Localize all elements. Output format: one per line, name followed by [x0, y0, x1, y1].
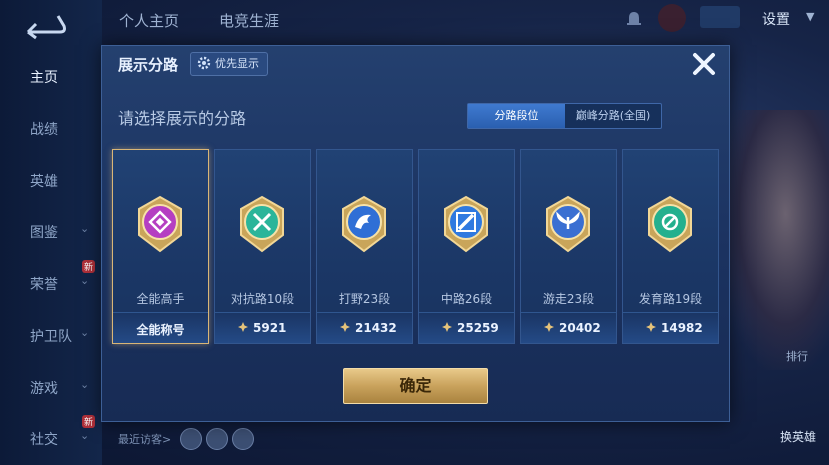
- lane-card-footer: 21432: [317, 312, 412, 343]
- dialog-title: 展示分路: [118, 56, 179, 74]
- nav-item[interactable]: 荣誉 ⌄ 新: [0, 260, 102, 304]
- settings-button[interactable]: 设置: [762, 9, 790, 29]
- lane-card-footer: 20402: [521, 312, 616, 343]
- lane-card-points: 20402: [559, 321, 601, 335]
- tab-personal-home[interactable]: 个人主页: [119, 10, 179, 31]
- lane-card-points: 14982: [661, 321, 703, 335]
- lane-card-name: 全能高手: [136, 292, 185, 306]
- lane-card-footer: 5921: [215, 312, 310, 343]
- lane-badge-dragon-icon: [342, 195, 386, 253]
- chevron-down-icon[interactable]: ▼: [806, 10, 814, 23]
- visitor-avatar[interactable]: [180, 428, 202, 450]
- lane-card[interactable]: 打野23段 21432: [316, 149, 413, 344]
- nav-item[interactable]: 主页: [0, 57, 102, 97]
- new-badge: 新: [82, 260, 96, 273]
- lane-card[interactable]: 全能高手 全能称号: [112, 149, 209, 344]
- lane-card-points: 21432: [355, 321, 397, 335]
- lane-card-points: 25259: [457, 321, 499, 335]
- gear-icon: [197, 56, 211, 70]
- rank-points-icon: [340, 322, 350, 332]
- nav-item-label: 护卫队: [30, 329, 72, 345]
- left-nav: 主页 战绩 英雄 图鉴 ⌄ 荣誉 ⌄ 新护卫队 ⌄ 游戏 ⌄ 社交 ⌄ 新: [0, 0, 102, 465]
- bell-icon[interactable]: [626, 10, 642, 28]
- recent-visitors-link[interactable]: 最近访客>: [118, 431, 171, 447]
- rank-points-icon: [544, 322, 554, 332]
- lane-card-points: 5921: [253, 321, 287, 335]
- lane-card-title: 全能称号: [136, 323, 185, 337]
- visitor-avatar[interactable]: [232, 428, 254, 450]
- nav-item-label: 荣誉: [30, 277, 58, 293]
- close-icon[interactable]: [689, 49, 719, 79]
- lane-badge-square-icon: [138, 195, 182, 253]
- nav-item-label: 图鉴: [30, 225, 58, 241]
- segment-peak-lane[interactable]: 巅峰分路(全国): [565, 104, 661, 128]
- nav-item[interactable]: 护卫队 ⌄: [0, 316, 102, 356]
- lane-display-dialog: 展示分路 优先显示 请选择展示的分路 分路段位 巅峰分路(全国) 全能高手全能称…: [101, 45, 730, 422]
- lane-badge-wings-icon: [546, 195, 590, 253]
- priority-display-label: 优先显示: [215, 57, 259, 70]
- nav-item-label: 社交: [30, 432, 58, 448]
- nav-item[interactable]: 英雄: [0, 161, 102, 201]
- nav-item-label: 英雄: [30, 174, 58, 190]
- rank-points-icon: [646, 322, 656, 332]
- nav-item[interactable]: 游戏 ⌄: [0, 368, 102, 408]
- new-badge: 新: [82, 415, 96, 428]
- confirm-button[interactable]: 确定: [343, 368, 488, 404]
- lane-card[interactable]: 对抗路10段 5921: [214, 149, 311, 344]
- lane-card-footer: 25259: [419, 312, 514, 343]
- segment-lane-rank[interactable]: 分路段位: [468, 104, 565, 128]
- lane-source-toggle: 分路段位 巅峰分路(全国): [467, 103, 662, 129]
- lane-card-name: 打野23段: [338, 292, 391, 306]
- lane-card[interactable]: 发育路19段 14982: [622, 149, 719, 344]
- priority-display-button[interactable]: 优先显示: [190, 52, 268, 76]
- chevron-down-icon: ⌄: [80, 326, 90, 339]
- select-lane-prompt: 请选择展示的分路: [118, 109, 247, 128]
- chevron-down-icon: ⌄: [80, 429, 90, 442]
- nav-item-label: 战绩: [30, 122, 58, 138]
- shop-icon[interactable]: [658, 4, 686, 32]
- ranking-label[interactable]: 排行: [786, 348, 808, 364]
- back-arrow-icon[interactable]: [20, 10, 68, 40]
- lane-card[interactable]: 游走23段 20402: [520, 149, 617, 344]
- lane-card-name: 游走23段: [542, 292, 595, 306]
- visitor-avatar[interactable]: [206, 428, 228, 450]
- nav-item[interactable]: 战绩: [0, 109, 102, 149]
- nav-item-label: 游戏: [30, 381, 58, 397]
- hero-figure: [720, 110, 829, 370]
- nav-item-label: 主页: [30, 70, 58, 86]
- lane-card-name: 中路26段: [440, 292, 493, 306]
- rank-points-icon: [238, 322, 248, 332]
- chevron-down-icon: ⌄: [80, 222, 90, 235]
- tab-esports-career[interactable]: 电竞生涯: [219, 10, 279, 31]
- chevron-down-icon: ⌄: [80, 378, 90, 391]
- rank-points-icon: [442, 322, 452, 332]
- nav-item[interactable]: 社交 ⌄ 新: [0, 415, 102, 459]
- lane-badge-cross-icon: [240, 195, 284, 253]
- lane-card[interactable]: 中路26段 25259: [418, 149, 515, 344]
- lane-card-footer: 全能称号: [113, 312, 208, 343]
- lane-card-name: 对抗路10段: [230, 292, 295, 306]
- chevron-down-icon: ⌄: [80, 274, 90, 287]
- notice-banner[interactable]: [700, 6, 740, 28]
- lane-card-name: 发育路19段: [638, 292, 703, 306]
- lane-card-footer: 14982: [623, 312, 718, 343]
- nav-item[interactable]: 图鉴 ⌄: [0, 212, 102, 252]
- change-hero-button[interactable]: 换英雄: [780, 428, 816, 445]
- lane-badge-slash-icon: [444, 195, 488, 253]
- lane-badge-circle-icon: [648, 195, 692, 253]
